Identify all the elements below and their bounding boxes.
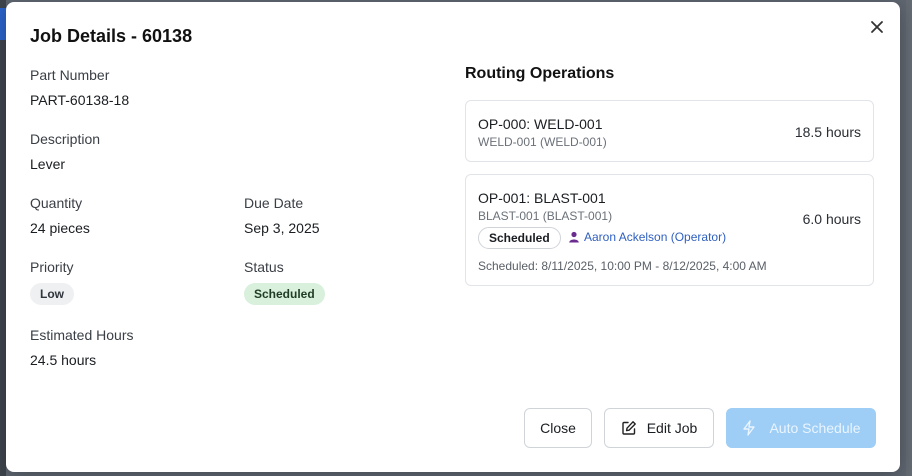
operation-hours: 18.5 hours (794, 124, 861, 140)
part-number-value: PART-60138-18 (30, 92, 130, 108)
quantity-label: Quantity (30, 195, 83, 211)
part-number-label: Part Number (30, 67, 110, 83)
operation-title: OP-001: BLAST-001 (478, 190, 606, 206)
operator-name: Aaron Ackelson (Operator) (584, 230, 727, 244)
operation-subtitle: WELD-001 (WELD-001) (478, 135, 607, 149)
lightning-icon (743, 420, 756, 436)
status-label: Status (244, 259, 284, 275)
due-date-label: Due Date (244, 195, 304, 211)
priority-label: Priority (30, 259, 74, 275)
operation-card: OP-000: WELD-001 WELD-001 (WELD-001) 18.… (465, 100, 874, 162)
operation-hours: 6.0 hours (802, 211, 861, 227)
description-label: Description (30, 131, 101, 147)
quantity-value: 24 pieces (30, 220, 90, 236)
edit-job-label: Edit Job (646, 420, 698, 436)
auto-schedule-button[interactable]: Auto Schedule (726, 408, 876, 448)
status-badge: Scheduled (244, 283, 325, 305)
due-date-value: Sep 3, 2025 (244, 220, 320, 236)
edit-job-button[interactable]: Edit Job (604, 408, 714, 448)
modal-title: Job Details - 60138 (30, 26, 193, 46)
edit-icon (622, 421, 636, 435)
job-details-modal: Job Details - 60138 Part Number PART-601… (6, 2, 900, 472)
user-icon (569, 231, 579, 243)
estimated-hours-value: 24.5 hours (30, 352, 97, 368)
operator-link[interactable]: Aaron Ackelson (Operator) (568, 230, 726, 244)
operation-card: OP-001: BLAST-001 BLAST-001 (BLAST-001) … (465, 174, 874, 286)
priority-badge: Low (30, 283, 74, 305)
operation-subtitle: BLAST-001 (BLAST-001) (478, 209, 613, 223)
scheduled-time: Scheduled: 8/11/2025, 10:00 PM - 8/12/20… (478, 259, 767, 273)
description-value: Lever (30, 156, 66, 172)
close-button-label: Close (540, 420, 576, 436)
close-button[interactable]: Close (524, 408, 592, 448)
operation-title: OP-000: WELD-001 (478, 116, 603, 132)
auto-schedule-label: Auto Schedule (769, 420, 861, 436)
estimated-hours-label: Estimated Hours (30, 327, 134, 343)
operation-status-badge: Scheduled (478, 227, 561, 249)
routing-operations-title: Routing Operations (465, 65, 615, 82)
backdrop-right (906, 0, 912, 476)
close-icon[interactable] (866, 16, 888, 38)
